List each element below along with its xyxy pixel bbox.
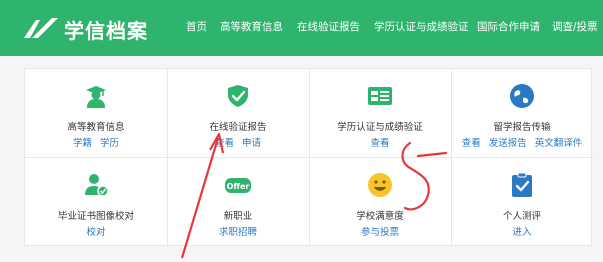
link-view[interactable]: 查看 <box>215 138 234 149</box>
card-certificate-proofread: 毕业证书图像校对 校对 <box>25 158 167 246</box>
link-view[interactable]: 查看 <box>370 138 389 149</box>
link-enter[interactable]: 进入 <box>512 227 531 238</box>
link-vote[interactable]: 参与投票 <box>361 227 399 238</box>
nav-item-survey[interactable]: 调查/投票 <box>552 19 598 34</box>
link-apply[interactable]: 申请 <box>242 138 261 149</box>
link-degree[interactable]: 学历 <box>100 138 119 149</box>
card-degree-certification: 学历认证与成绩验证 查看 <box>309 69 451 157</box>
link-send-report[interactable]: 发送报告 <box>489 138 527 149</box>
smiley-icon[interactable] <box>367 172 393 198</box>
logo-wing-icon <box>24 18 58 38</box>
card-new-career: Offer 新职业 求职招聘 <box>167 158 309 246</box>
card-links: 求职招聘 <box>167 224 309 238</box>
nav-item-higher-education[interactable]: 高等教育信息 <box>220 19 283 34</box>
globe-icon[interactable] <box>509 83 535 109</box>
card-title[interactable]: 在线验证报告 <box>167 119 309 133</box>
link-english-translation[interactable]: 英文翻译件 <box>535 138 583 149</box>
card-title[interactable]: 新职业 <box>167 208 309 222</box>
card-links: 查看 发送报告 英文翻译件 <box>451 135 593 149</box>
user-check-icon[interactable] <box>83 172 109 198</box>
site-logo[interactable]: 学信档案 <box>22 12 147 46</box>
link-job-recruitment[interactable]: 求职招聘 <box>219 227 257 238</box>
card-links: 查看 <box>309 135 451 149</box>
nav-item-home[interactable]: 首页 <box>186 19 207 34</box>
card-title[interactable]: 学校满意度 <box>309 208 451 222</box>
card-study-abroad-report: 留学报告传输 查看 发送报告 英文翻译件 <box>451 69 593 157</box>
offer-badge-icon[interactable]: Offer <box>221 172 255 198</box>
graduate-icon[interactable] <box>83 83 109 109</box>
card-online-verification: 在线验证报告 查看 申请 <box>167 69 309 157</box>
link-view[interactable]: 查看 <box>462 138 481 149</box>
card-title[interactable]: 个人测评 <box>451 208 593 222</box>
nav-item-online-verification[interactable]: 在线验证报告 <box>297 19 360 34</box>
link-proofread[interactable]: 校对 <box>86 227 105 238</box>
card-personal-assessment: 个人测评 进入 <box>451 158 593 246</box>
card-links: 查看 申请 <box>167 135 309 149</box>
card-higher-education: 高等教育信息 学籍 学历 <box>25 69 167 157</box>
logo-text: 学信档案 <box>64 19 148 43</box>
card-title[interactable]: 毕业证书图像校对 <box>25 208 167 222</box>
card-links: 参与投票 <box>309 224 451 238</box>
id-card-icon[interactable] <box>367 83 393 109</box>
card-school-satisfaction: 学校满意度 参与投票 <box>309 158 451 246</box>
card-title[interactable]: 学历认证与成绩验证 <box>309 119 451 133</box>
card-links: 校对 <box>25 224 167 238</box>
link-student-status[interactable]: 学籍 <box>73 138 92 149</box>
offer-badge-text: Offer <box>227 182 250 191</box>
clipboard-check-icon[interactable] <box>509 172 535 198</box>
nav-item-degree-certification[interactable]: 学历认证与成绩验证 <box>374 19 469 34</box>
card-title[interactable]: 留学报告传输 <box>451 119 593 133</box>
top-header: 学信档案 首页 高等教育信息 在线验证报告 学历认证与成绩验证 国际合作申请 调… <box>0 0 603 56</box>
card-links: 进入 <box>451 224 593 238</box>
card-links: 学籍 学历 <box>25 135 167 149</box>
services-panel: 高等教育信息 学籍 学历 在线验证报告 查看 申请 学历认证与成绩验证 查看 留… <box>24 68 593 247</box>
card-title[interactable]: 高等教育信息 <box>25 119 167 133</box>
nav-item-international[interactable]: 国际合作申请 <box>477 19 540 34</box>
shield-check-icon[interactable] <box>225 83 251 109</box>
